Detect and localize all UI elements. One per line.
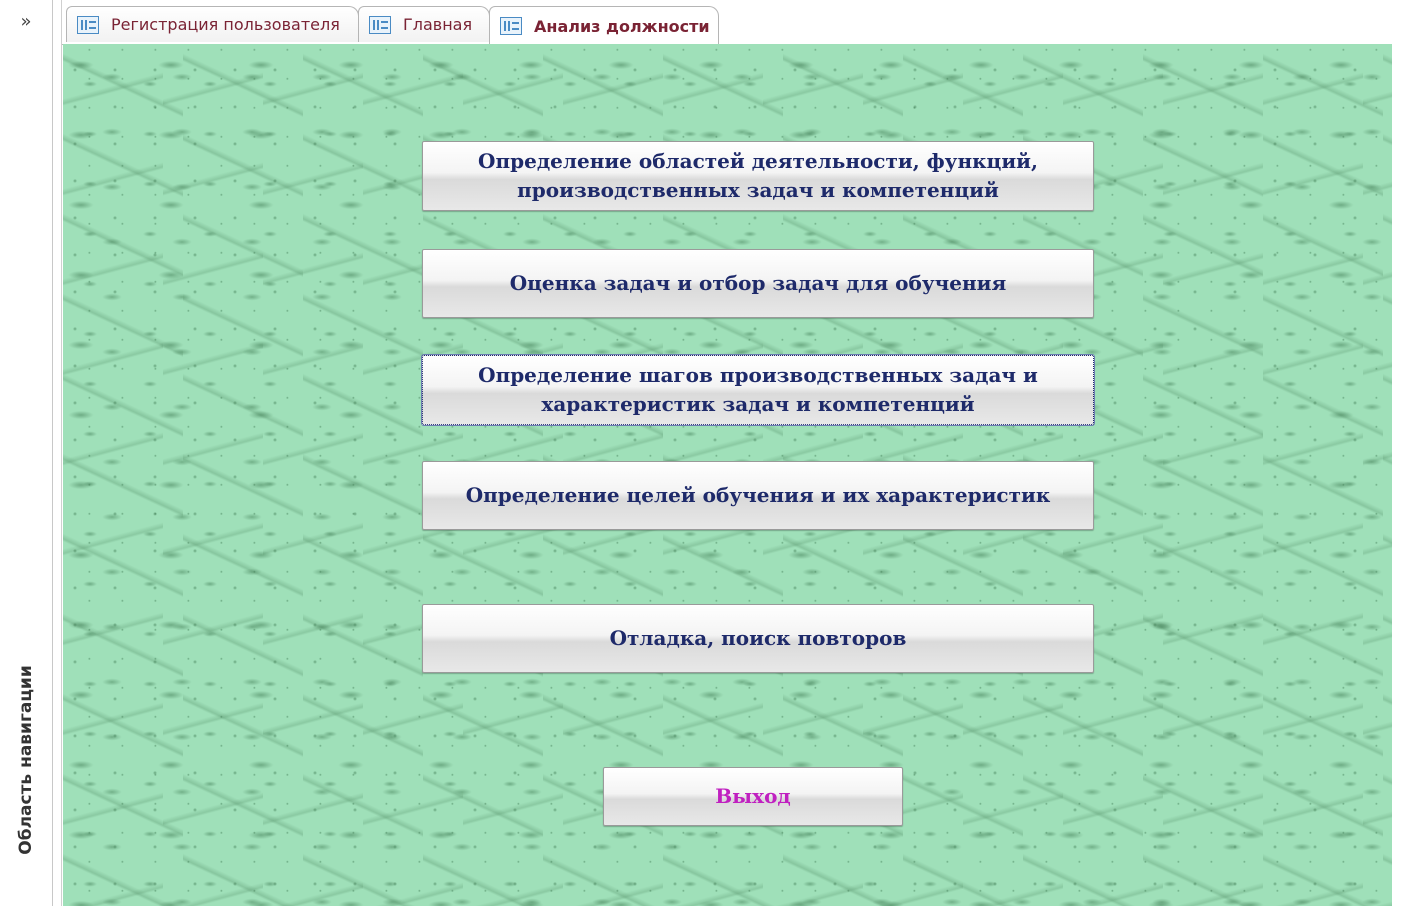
debug-find-duplicates-button[interactable]: Отладка, поиск повторов <box>422 604 1094 673</box>
navigation-divider <box>52 0 53 906</box>
form-icon <box>369 15 391 34</box>
define-learning-goals-button[interactable]: Определение целей обучения и их характер… <box>422 461 1094 530</box>
tab-user-registration[interactable]: Регистрация пользователя <box>66 6 359 42</box>
exit-button[interactable]: Выход <box>603 767 903 826</box>
tab-main[interactable]: Главная <box>358 6 490 42</box>
navigation-pane: » Область навигации <box>0 0 62 906</box>
document-tab-bar: Регистрация пользователя Главная Анализ … <box>62 0 1401 45</box>
tab-position-analysis[interactable]: Анализ должности <box>489 6 719 45</box>
expand-navigation-button[interactable]: » <box>0 0 52 42</box>
assess-tasks-button[interactable]: Оценка задач и отбор задач для обучения <box>422 249 1094 318</box>
define-task-steps-button[interactable]: Определение шагов производственных задач… <box>422 355 1094 425</box>
tab-label: Главная <box>403 15 473 34</box>
form-body: Определение областей деятельности, функц… <box>63 44 1392 906</box>
window-edge <box>1392 0 1401 906</box>
form-icon <box>77 15 99 34</box>
tab-label: Регистрация пользователя <box>111 15 340 34</box>
form-icon <box>500 17 522 35</box>
define-activity-areas-button[interactable]: Определение областей деятельности, функц… <box>422 141 1094 211</box>
tab-label: Анализ должности <box>534 16 710 36</box>
navigation-pane-label[interactable]: Область навигации <box>16 665 36 855</box>
